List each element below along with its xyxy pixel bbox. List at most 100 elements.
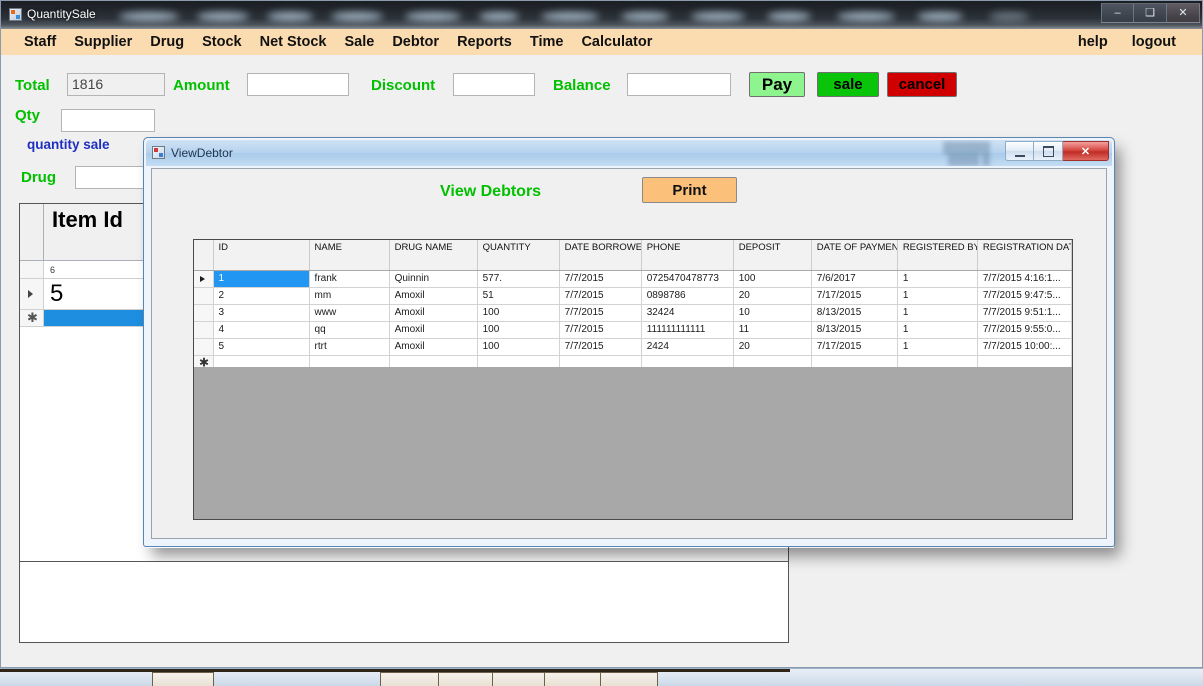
cell-item-id[interactable] (44, 310, 154, 326)
cell-drug-name[interactable]: Amoxil (389, 321, 478, 339)
cell-date-of-payment[interactable]: 7/17/2015 (811, 287, 898, 305)
cell-date-of-payment[interactable]: 8/13/2015 (811, 304, 898, 322)
cell-phone[interactable]: 111111111111 (641, 321, 734, 339)
menu-item-drug[interactable]: Drug (141, 29, 193, 55)
cell-registration-date[interactable]: 7/7/2015 4:16:1... (977, 270, 1072, 288)
column-header-registered-by[interactable]: REGISTERED BY (897, 240, 978, 271)
taskbar-item[interactable] (600, 672, 658, 686)
dialog-titlebar[interactable]: ViewDebtor ██████ ████ █ ✕ (146, 140, 1112, 166)
amount-field[interactable] (247, 73, 349, 96)
dialog-close-button[interactable]: ✕ (1063, 141, 1109, 161)
cell-registration-date[interactable]: 7/7/2015 10:00:... (977, 338, 1072, 356)
cell-deposit[interactable]: 20 (733, 287, 812, 305)
row-selector[interactable] (20, 279, 44, 309)
menu-item-stock[interactable]: Stock (193, 29, 251, 55)
taskbar-item[interactable] (544, 672, 602, 686)
minimize-button[interactable]: – (1101, 3, 1134, 23)
cell-date-borrowed[interactable]: 7/7/2015 (559, 270, 642, 288)
cell-date-of-payment[interactable]: 7/6/2017 (811, 270, 898, 288)
column-header-date-borrowed[interactable]: DATE BORROWED (559, 240, 642, 271)
menu-item-reports[interactable]: Reports (448, 29, 521, 55)
cell-quantity[interactable]: 577. (477, 270, 560, 288)
cell-registered-by[interactable]: 1 (897, 304, 978, 322)
cell-quantity[interactable]: 100 (477, 338, 560, 356)
cell-deposit[interactable]: 10 (733, 304, 812, 322)
menu-item-calculator[interactable]: Calculator (572, 29, 661, 55)
menu-item-time[interactable]: Time (521, 29, 573, 55)
cell-name[interactable]: www (309, 304, 390, 322)
cell-item-id[interactable]: 6 (44, 261, 154, 278)
cell-drug-name[interactable]: Quinnin (389, 270, 478, 288)
cell-phone[interactable]: 0725470478773 (641, 270, 734, 288)
total-field[interactable]: 1816 (67, 73, 165, 96)
cell-drug-name[interactable]: Amoxil (389, 338, 478, 356)
cell-registered-by[interactable]: 1 (897, 321, 978, 339)
cell-drug-name[interactable]: Amoxil (389, 287, 478, 305)
cell-date-of-payment[interactable]: 7/17/2015 (811, 338, 898, 356)
cell-date-borrowed[interactable]: 7/7/2015 (559, 321, 642, 339)
cell-name[interactable]: mm (309, 287, 390, 305)
table-row[interactable]: 3 www Amoxil 100 7/7/2015 32424 10 8/13/2015 1 7/… (194, 304, 1072, 322)
cell-id[interactable]: 3 (213, 304, 310, 322)
cell-deposit[interactable]: 100 (733, 270, 812, 288)
cell-name[interactable]: rtrt (309, 338, 390, 356)
row-selector[interactable] (194, 321, 214, 339)
cell-deposit[interactable]: 11 (733, 321, 812, 339)
cell-id[interactable]: 4 (213, 321, 310, 339)
discount-field[interactable] (453, 73, 535, 96)
table-row[interactable]: 5 rtrt Amoxil 100 7/7/2015 2424 20 7/17/2015 1 7/… (194, 338, 1072, 356)
cell-deposit[interactable]: 20 (733, 338, 812, 356)
cell-registration-date[interactable]: 7/7/2015 9:47:5... (977, 287, 1072, 305)
menu-item-staff[interactable]: Staff (15, 29, 65, 55)
close-button[interactable]: ✕ (1167, 3, 1200, 23)
column-header-registration-date[interactable]: REGISTRATION DATE (977, 240, 1072, 271)
cell-id[interactable]: 5 (213, 338, 310, 356)
cell-item-id[interactable]: 5 (44, 279, 154, 309)
row-selector[interactable] (194, 338, 214, 356)
menu-item-debtor[interactable]: Debtor (383, 29, 448, 55)
pay-button[interactable]: Pay (749, 72, 805, 97)
cancel-button[interactable]: cancel (887, 72, 957, 97)
table-row[interactable]: 1 frank Quinnin 577. 7/7/2015 0725470478773 10… (194, 270, 1072, 288)
taskbar-item[interactable] (152, 672, 214, 686)
column-header-phone[interactable]: PHONE (641, 240, 734, 271)
balance-field[interactable] (627, 73, 731, 96)
column-header-item-id[interactable]: Item Id (44, 204, 154, 260)
menu-item-logout[interactable]: logout (1120, 29, 1188, 55)
cell-date-borrowed[interactable]: 7/7/2015 (559, 338, 642, 356)
cell-date-of-payment[interactable]: 8/13/2015 (811, 321, 898, 339)
cell-id[interactable]: 1 (213, 270, 310, 288)
cell-quantity[interactable]: 51 (477, 287, 560, 305)
debtor-table[interactable]: ID NAME DRUG NAME QUANTITY DATE BORROWED… (193, 239, 1073, 520)
column-header-deposit[interactable]: DEPOSIT (733, 240, 812, 271)
cell-drug-name[interactable]: Amoxil (389, 304, 478, 322)
cell-phone[interactable]: 0898786 (641, 287, 734, 305)
cell-phone[interactable]: 2424 (641, 338, 734, 356)
column-header-quantity[interactable]: QUANTITY (477, 240, 560, 271)
cell-date-borrowed[interactable]: 7/7/2015 (559, 304, 642, 322)
cell-registered-by[interactable]: 1 (897, 287, 978, 305)
row-selector[interactable] (194, 304, 214, 322)
column-header-id[interactable]: ID (213, 240, 310, 271)
row-selector[interactable] (194, 270, 214, 288)
dialog-maximize-button[interactable] (1034, 141, 1063, 161)
menu-item-supplier[interactable]: Supplier (65, 29, 141, 55)
taskbar-item[interactable] (492, 672, 546, 686)
table-row[interactable]: 4 qq Amoxil 100 7/7/2015 111111111111 11 8/13/2… (194, 321, 1072, 339)
cell-registered-by[interactable]: 1 (897, 338, 978, 356)
sale-button[interactable]: sale (817, 72, 879, 97)
qty-field[interactable] (61, 109, 155, 132)
dialog-minimize-button[interactable] (1005, 141, 1034, 161)
menu-item-net-stock[interactable]: Net Stock (251, 29, 336, 55)
print-button[interactable]: Print (642, 177, 737, 203)
menu-item-help[interactable]: help (1066, 29, 1120, 55)
cell-date-borrowed[interactable]: 7/7/2015 (559, 287, 642, 305)
cell-id[interactable]: 2 (213, 287, 310, 305)
cell-name[interactable]: frank (309, 270, 390, 288)
row-selector[interactable] (20, 261, 44, 278)
cell-quantity[interactable]: 100 (477, 321, 560, 339)
maximize-button[interactable]: ❑ (1134, 3, 1167, 23)
cell-name[interactable]: qq (309, 321, 390, 339)
row-selector[interactable] (194, 287, 214, 305)
column-header-drug-name[interactable]: DRUG NAME (389, 240, 478, 271)
